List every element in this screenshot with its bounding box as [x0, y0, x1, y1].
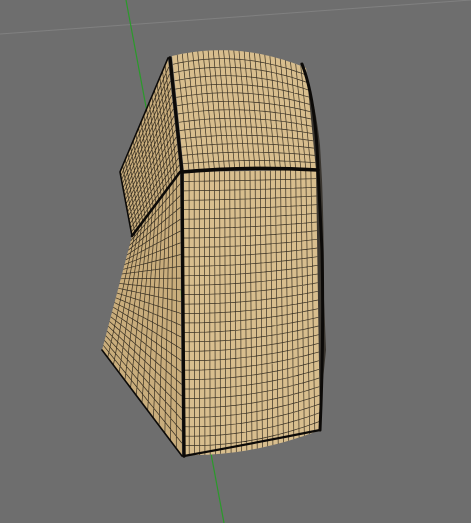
3d-viewport[interactable]	[0, 0, 471, 523]
viewport-canvas[interactable]	[0, 0, 471, 523]
